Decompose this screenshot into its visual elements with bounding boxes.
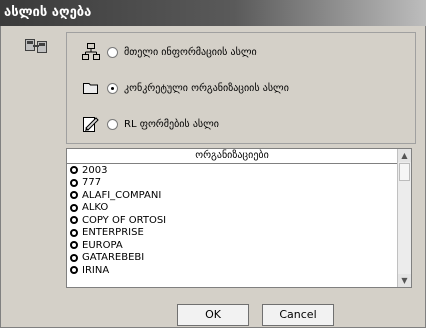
list-item[interactable]: 777	[67, 177, 397, 190]
list-item[interactable]: GATAREBEBI	[67, 252, 397, 265]
list-item[interactable]: ALAFI_COMPANI	[67, 189, 397, 202]
option-full-copy[interactable]: მთელი ინფორმაციის ასლი	[67, 40, 257, 64]
option-organization-copy[interactable]: კონკრეტული ორგანიზაციის ასლი	[67, 76, 289, 100]
list-item-label: GATAREBEBI	[82, 252, 145, 264]
ok-button[interactable]: OK	[177, 304, 249, 326]
tree-structure-icon	[82, 43, 100, 60]
radio-circle-icon	[70, 228, 78, 237]
list-scrollbar[interactable]: ▲ ▼	[397, 149, 411, 287]
list-item[interactable]: EUROPA	[67, 239, 397, 252]
organization-copy-label: კონკრეტული ორგანიზაციის ასლი	[124, 82, 289, 94]
window-title: ასლის აღება	[0, 0, 426, 26]
scroll-down-button[interactable]: ▼	[398, 274, 411, 287]
list-item[interactable]: ALKO	[67, 202, 397, 215]
list-column-header[interactable]: ორგანიზაციები	[67, 149, 397, 164]
radio-circle-icon	[70, 191, 78, 200]
rl-forms-copy-label: RL ფორმების ასლი	[124, 118, 219, 130]
copy-type-group: მთელი ინფორმაციის ასლი კონკრეტული ორგანი…	[66, 32, 416, 144]
scroll-thumb[interactable]	[399, 163, 410, 181]
edit-pencil-icon	[83, 117, 99, 132]
scroll-up-button[interactable]: ▲	[398, 149, 411, 162]
radio-circle-icon	[70, 266, 78, 275]
list-rows: 2003 777 ALAFI_COMPANI ALKO COPY OF ORTOSI EN…	[67, 164, 397, 287]
cancel-button[interactable]: Cancel	[262, 304, 334, 326]
radio-circle-icon	[70, 241, 78, 250]
organizations-list[interactable]: ორგანიზაციები 2003 777 ALAFI_COMPANI ALKO CO…	[66, 148, 412, 288]
radio-circle-icon	[70, 216, 78, 225]
list-item[interactable]: 2003	[67, 164, 397, 177]
list-item[interactable]: IRINA	[67, 264, 397, 277]
list-item-label: EUROPA	[82, 239, 123, 251]
list-item-label: 2003	[82, 164, 108, 176]
organization-copy-radio[interactable]	[107, 82, 118, 94]
list-item[interactable]: ENTERPRISE	[67, 227, 397, 240]
list-item-label: 777	[82, 177, 102, 189]
list-item-label: IRINA	[82, 264, 110, 276]
list-item-label: ENTERPRISE	[82, 227, 144, 239]
full-copy-label: მთელი ინფორმაციის ასლი	[124, 46, 257, 58]
copy-drive-icon	[25, 39, 47, 53]
radio-circle-icon	[70, 166, 78, 175]
list-item-label: COPY OF ORTOSI	[82, 214, 167, 226]
full-copy-radio[interactable]	[107, 46, 118, 58]
list-item-label: ALAFI_COMPANI	[82, 189, 162, 201]
radio-circle-icon	[70, 203, 78, 212]
radio-circle-icon	[70, 253, 78, 262]
list-item[interactable]: COPY OF ORTOSI	[67, 214, 397, 227]
folder-icon	[83, 83, 98, 94]
rl-forms-copy-radio[interactable]	[107, 118, 118, 130]
option-rl-forms-copy[interactable]: RL ფორმების ასლი	[67, 112, 219, 136]
list-item-label: ALKO	[82, 202, 109, 214]
radio-circle-icon	[70, 178, 78, 187]
